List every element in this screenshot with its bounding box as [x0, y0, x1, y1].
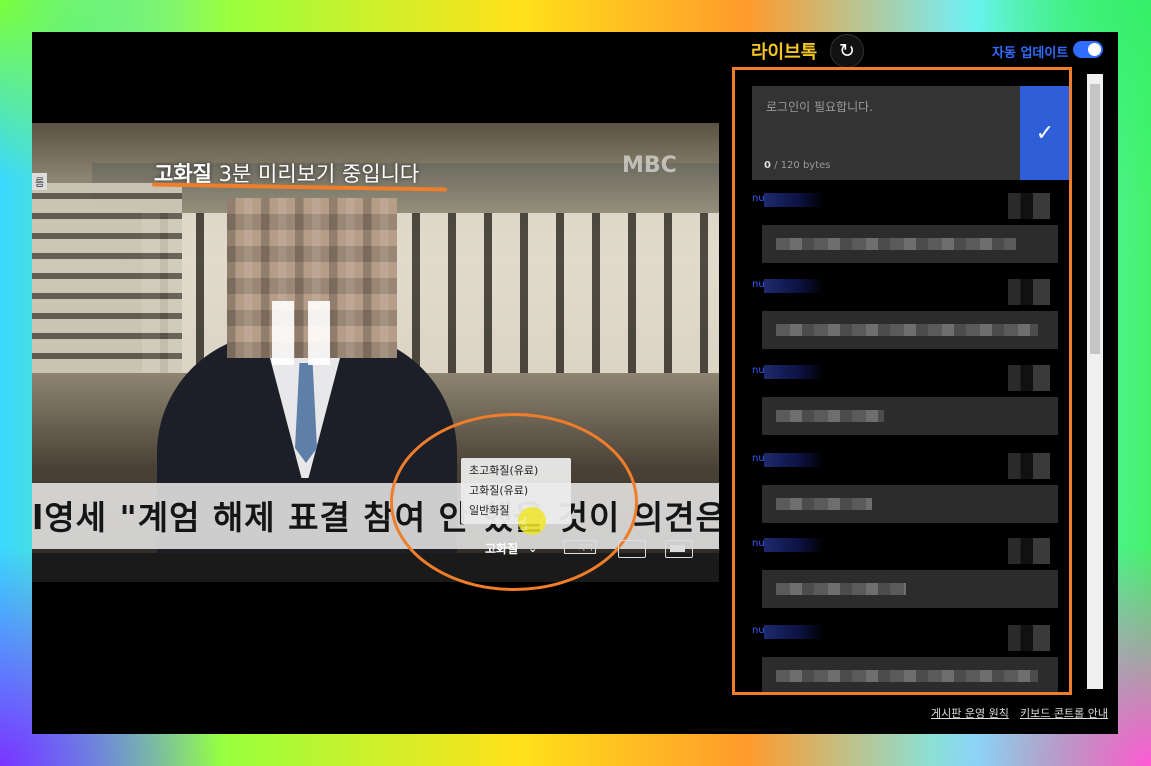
- chat-input[interactable]: [764, 96, 1008, 118]
- chat-nickname: nu: [752, 365, 765, 376]
- blurred-nickname: [764, 279, 824, 293]
- chat-message: nu: [752, 538, 1058, 620]
- chat-bubble: [762, 485, 1058, 523]
- chat-bubble: [762, 225, 1058, 263]
- chat-message: nu: [752, 453, 1058, 535]
- subtitle-label: 자막: [578, 542, 593, 552]
- chat-bubble: [762, 657, 1058, 692]
- pip-icon[interactable]: [618, 540, 646, 558]
- chat-bubble: [762, 570, 1058, 608]
- live-talk-title: 라이브톡: [751, 42, 818, 63]
- quality-select[interactable]: 고화질 ⌄: [485, 540, 537, 557]
- chat-message: nu: [752, 279, 1058, 361]
- blurred-meta: [1008, 365, 1050, 391]
- subtitle-button[interactable]: 자막: [564, 540, 596, 554]
- blurred-nickname: [764, 625, 824, 639]
- blurred-text: [776, 238, 1016, 250]
- chat-message: nu: [752, 365, 1058, 447]
- chat-nickname: nu: [752, 625, 765, 636]
- news-desk: [32, 553, 719, 582]
- preview-text: 3분 미리보기 중입니다: [211, 162, 420, 186]
- player-controls: 고화질 ⌄: [485, 537, 537, 559]
- blurred-text: [776, 410, 884, 422]
- player-frame: l영세 "계엄 해제 표결 참여 안 했을 것이 의견은? 름 MBC 고화질 …: [32, 32, 1118, 734]
- byte-counter: 0 / 120 bytes: [764, 160, 831, 171]
- quality-option-ultra[interactable]: 초고화질(유료): [461, 461, 571, 481]
- blurred-meta: [1008, 625, 1050, 651]
- auto-update-label: 자동 업데이트: [992, 46, 1069, 61]
- chat-message: nu: [752, 193, 1058, 275]
- quality-select-label: 고화질: [485, 541, 519, 556]
- chat-panel: 0 / 120 bytes ✓ nu nu nu nu nu: [732, 67, 1072, 695]
- submit-check-icon[interactable]: ✓: [1020, 86, 1069, 180]
- keyboard-guide-link[interactable]: 키보드 콘트롤 안내: [1020, 705, 1108, 721]
- blurred-text: [776, 670, 1038, 682]
- hand-cursor-icon: ☝: [517, 514, 528, 535]
- chat-nickname: nu: [752, 193, 765, 204]
- blurred-text: [776, 324, 1038, 336]
- auto-update-toggle[interactable]: [1073, 41, 1103, 58]
- fullscreen-icon[interactable]: [665, 540, 693, 558]
- video-scene-left-building: [32, 183, 182, 373]
- blurred-nickname: [764, 453, 824, 467]
- board-rules-link[interactable]: 게시판 운영 원칙: [931, 705, 1009, 721]
- blurred-text: [776, 498, 872, 510]
- blurred-nickname: [764, 193, 824, 207]
- blurred-meta: [1008, 538, 1050, 564]
- chat-nickname: nu: [752, 453, 765, 464]
- chat-input-box: 0 / 120 bytes: [752, 86, 1020, 180]
- blurred-meta: [1008, 453, 1050, 479]
- pause-icon[interactable]: [272, 301, 330, 365]
- chat-nickname: nu: [752, 279, 765, 290]
- chevron-down-icon: ⌄: [528, 541, 538, 555]
- byte-count: 0: [764, 160, 771, 171]
- blurred-meta: [1008, 279, 1050, 305]
- broadcaster-watermark: MBC: [622, 153, 677, 178]
- quality-option-high[interactable]: 고화질(유료): [461, 481, 571, 501]
- chat-message: nu: [752, 625, 1058, 692]
- byte-limit: / 120 bytes: [770, 160, 831, 171]
- chat-bubble: [762, 397, 1058, 435]
- chat-scrollbar[interactable]: [1087, 74, 1103, 689]
- blurred-nickname: [764, 538, 824, 552]
- blurred-text: [776, 583, 906, 595]
- chat-bubble: [762, 311, 1058, 349]
- quality-menu: 초고화질(유료) 고화질(유료) 일반화질: [461, 458, 571, 524]
- quality-option-normal[interactable]: 일반화질: [461, 501, 571, 521]
- blurred-nickname: [764, 365, 824, 379]
- chat-nickname: nu: [752, 538, 765, 549]
- refresh-icon[interactable]: ↻: [830, 34, 864, 68]
- corner-tag: 름: [32, 173, 48, 190]
- blurred-meta: [1008, 193, 1050, 219]
